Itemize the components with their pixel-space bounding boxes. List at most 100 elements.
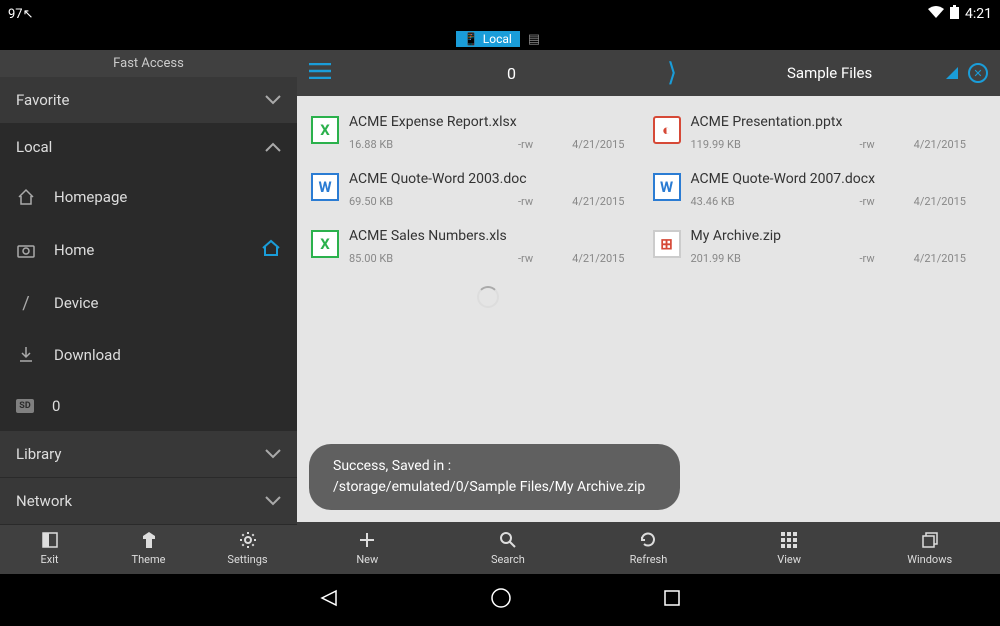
sidebar-item-homepage[interactable]: Homepage <box>0 171 297 223</box>
file-date: 4/21/2015 <box>572 252 644 265</box>
loading-spinner-icon <box>477 286 499 308</box>
file-details: My Archive.zip 201.99 KB -rw 4/21/2015 <box>691 228 987 265</box>
sidebar-item-download[interactable]: Download <box>0 329 297 381</box>
file-permissions: -rw <box>479 252 572 265</box>
file-type-icon: X <box>311 116 339 144</box>
sidebar-item-label: 0 <box>52 397 60 415</box>
close-button[interactable]: ✕ <box>968 63 988 83</box>
toolbar-label: View <box>777 553 801 566</box>
file-meta: 85.00 KB -rw 4/21/2015 <box>349 252 645 265</box>
theme-icon <box>141 530 157 550</box>
sidebar-item-label: Home <box>54 241 94 259</box>
sidebar-section-network[interactable]: Network <box>0 478 297 525</box>
file-name: My Archive.zip <box>691 228 987 244</box>
exit-icon <box>41 530 59 550</box>
phone-icon: 📱 <box>464 32 479 46</box>
chevron-up-icon <box>265 138 281 156</box>
wifi-icon <box>928 6 944 22</box>
file-details: ACME Quote-Word 2007.docx 43.46 KB -rw 4… <box>691 171 987 208</box>
file-item[interactable]: X ACME Expense Report.xlsx 16.88 KB -rw … <box>307 108 649 165</box>
toast-notification: Success, Saved in : /storage/emulated/0/… <box>309 444 680 510</box>
sidebar-section-library[interactable]: Library <box>0 431 297 478</box>
toolbar-label: New <box>356 553 378 566</box>
android-nav-bar <box>0 574 1000 626</box>
search-button[interactable]: Search <box>438 522 579 574</box>
back-button[interactable] <box>318 587 340 613</box>
recents-button[interactable] <box>662 588 682 612</box>
file-permissions: -rw <box>821 138 914 151</box>
settings-button[interactable]: Settings <box>198 522 297 574</box>
download-icon <box>16 345 36 365</box>
breadcrumb-divider: ⟩ <box>667 58 677 88</box>
file-date: 4/21/2015 <box>914 138 986 151</box>
sidebar-item-home[interactable]: Home <box>0 223 297 277</box>
camera-icon <box>16 240 36 260</box>
file-type-icon: X <box>311 230 339 258</box>
sidebar: Fast Access Favorite Local Homepage Home… <box>0 50 297 522</box>
theme-button[interactable]: Theme <box>99 522 198 574</box>
file-details: ACME Presentation.pptx 119.99 KB -rw 4/2… <box>691 114 987 151</box>
file-size: 119.99 KB <box>691 138 821 151</box>
tab-add-button[interactable]: ▤ <box>524 32 544 47</box>
file-details: ACME Expense Report.xlsx 16.88 KB -rw 4/… <box>349 114 645 151</box>
status-bar: 97↖ 4:21 <box>0 0 1000 28</box>
refresh-button[interactable]: Refresh <box>578 522 719 574</box>
tab-local[interactable]: 📱 Local <box>456 31 520 47</box>
gear-icon <box>239 530 257 550</box>
file-date: 4/21/2015 <box>572 195 644 208</box>
toast-line2: /storage/emulated/0/Sample Files/My Arch… <box>333 477 656 498</box>
sidebar-section-local[interactable]: Local <box>0 124 297 171</box>
file-name: ACME Presentation.pptx <box>691 114 987 130</box>
sidebar-item-device[interactable]: / Device <box>0 277 297 329</box>
file-permissions: -rw <box>821 252 914 265</box>
file-name: ACME Expense Report.xlsx <box>349 114 645 130</box>
file-item[interactable]: ◐ ACME Presentation.pptx 119.99 KB -rw 4… <box>649 108 991 165</box>
sidebar-section-label: Local <box>16 138 52 156</box>
breadcrumb-root[interactable]: 0 <box>507 64 516 83</box>
sidebar-section-label: Favorite <box>16 91 69 109</box>
view-button[interactable]: View <box>719 522 860 574</box>
file-item[interactable]: X ACME Sales Numbers.xls 85.00 KB -rw 4/… <box>307 222 649 279</box>
toolbar-label: Exit <box>41 553 59 566</box>
house-icon <box>16 187 36 207</box>
breadcrumb-current[interactable]: Sample Files <box>787 64 872 82</box>
slash-icon: / <box>16 293 36 313</box>
file-name: ACME Quote-Word 2003.doc <box>349 171 645 187</box>
search-icon <box>499 530 517 550</box>
toast-line1: Success, Saved in : <box>333 456 656 477</box>
file-meta: 201.99 KB -rw 4/21/2015 <box>691 252 987 265</box>
sidebar-section-label: Library <box>16 445 61 463</box>
file-details: ACME Quote-Word 2003.doc 69.50 KB -rw 4/… <box>349 171 645 208</box>
sidebar-item-sd[interactable]: SD 0 <box>0 381 297 431</box>
file-details: ACME Sales Numbers.xls 85.00 KB -rw 4/21… <box>349 228 645 265</box>
file-meta: 16.88 KB -rw 4/21/2015 <box>349 138 645 151</box>
file-name: ACME Quote-Word 2007.docx <box>691 171 987 187</box>
file-item[interactable]: W ACME Quote-Word 2003.doc 69.50 KB -rw … <box>307 165 649 222</box>
windows-button[interactable]: Windows <box>859 522 1000 574</box>
file-permissions: -rw <box>479 195 572 208</box>
file-type-icon: W <box>653 173 681 201</box>
bottom-toolbar: Exit Theme Settings New Search Refresh V… <box>0 522 1000 574</box>
toolbar-label: Search <box>491 553 525 566</box>
sidebar-item-label: Download <box>54 346 121 364</box>
file-item[interactable]: W ACME Quote-Word 2007.docx 43.46 KB -rw… <box>649 165 991 222</box>
toolbar-label: Refresh <box>630 553 668 566</box>
exit-button[interactable]: Exit <box>0 522 99 574</box>
refresh-icon <box>639 530 657 550</box>
main-area: Fast Access Favorite Local Homepage Home… <box>0 50 1000 522</box>
file-type-icon: ◐ <box>653 116 681 144</box>
windows-icon <box>921 530 939 550</box>
hamburger-icon[interactable] <box>309 63 331 83</box>
sidebar-section-favorite[interactable]: Favorite <box>0 77 297 124</box>
home-button[interactable] <box>490 587 512 613</box>
tab-strip: 📱 Local ▤ <box>0 28 1000 50</box>
new-button[interactable]: New <box>297 522 438 574</box>
file-item[interactable]: ⊞ My Archive.zip 201.99 KB -rw 4/21/2015 <box>649 222 991 279</box>
file-date: 4/21/2015 <box>572 138 644 151</box>
tab-local-label: Local <box>483 32 512 46</box>
file-type-icon: ⊞ <box>653 230 681 258</box>
expand-icon[interactable] <box>946 64 958 83</box>
file-size: 43.46 KB <box>691 195 821 208</box>
status-time: 4:21 <box>965 6 992 22</box>
toolbar-label: Settings <box>227 553 267 566</box>
